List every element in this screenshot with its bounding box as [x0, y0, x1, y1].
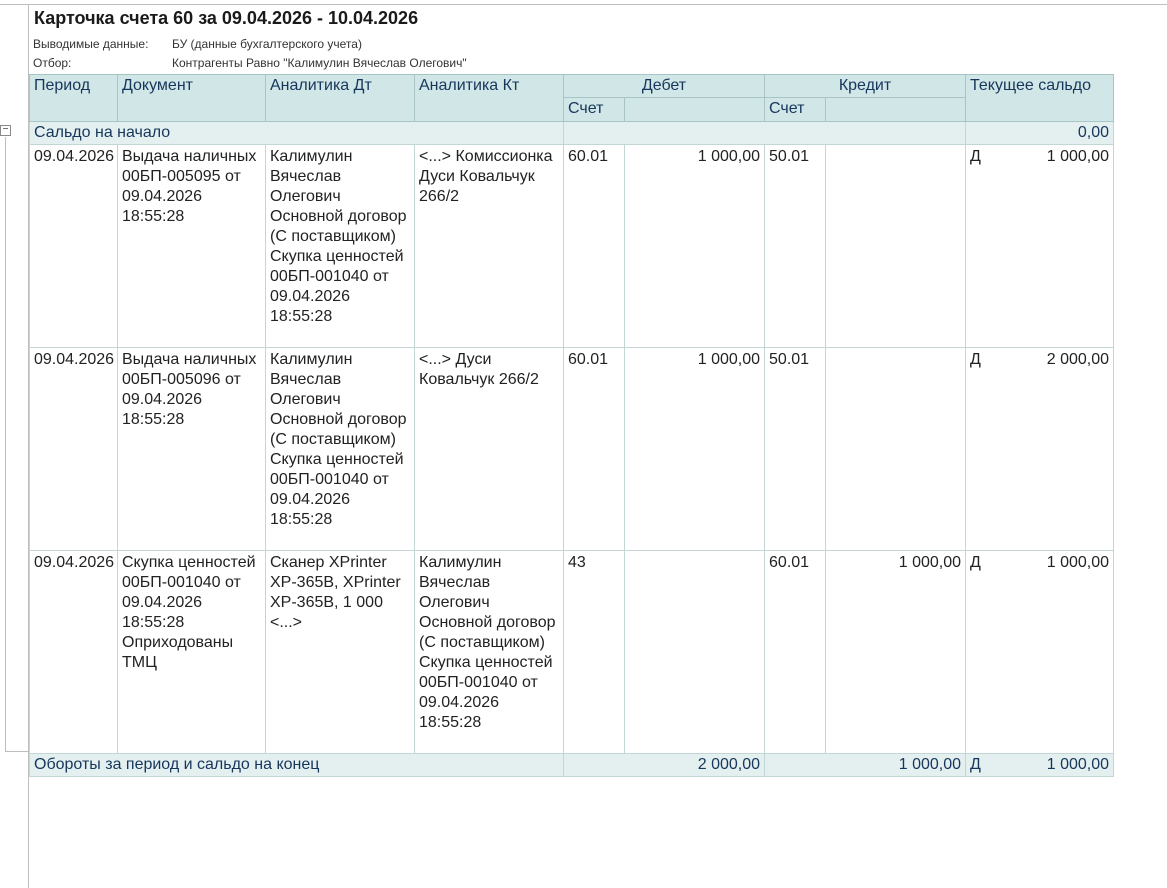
cell-analytics-kt: <...> Комиссионка Дуси Ковальчук 266/2 [414, 144, 564, 348]
opening-balance-row[interactable]: Сальдо на начало 0,00 [29, 121, 1115, 145]
param-value-filter: Контрагенты Равно "Калимулин Вячеслав Ол… [172, 56, 467, 70]
cell-analytics-kt: <...> Дуси Ковальчук 266/2 [414, 347, 564, 551]
opening-balance-label: Сальдо на начало [29, 121, 564, 145]
header-credit[interactable]: Кредит [764, 74, 967, 98]
cell-credit-account: 60.01 [764, 550, 827, 754]
header-debit[interactable]: Дебет [562, 74, 766, 98]
header-balance[interactable]: Текущее сальдо [965, 74, 1115, 122]
cell-period: 09.04.2026 [29, 347, 118, 551]
table-row[interactable]: 09.04.2026 Скупка ценностей 00БП-001040 … [29, 550, 1115, 754]
totals-debit: 2 000,00 [562, 753, 766, 777]
totals-label: Обороты за период и сальдо на конец [29, 753, 564, 777]
cell-debit-amount: 1 000,00 [623, 144, 766, 348]
header-credit-account[interactable]: Счет [764, 97, 827, 122]
account-card-table: Период Документ Аналитика Дт Аналитика К… [29, 74, 1115, 777]
cell-balance: 2 000,00 [998, 347, 1115, 551]
table-row[interactable]: 09.04.2026 Выдача наличных 00БП-005095 о… [29, 144, 1115, 348]
header-analytics-dt[interactable]: Аналитика Дт [265, 74, 415, 122]
cell-analytics-dt: Сканер XPrinter XP-365B, XPrinter XP-365… [265, 550, 415, 754]
cell-period: 09.04.2026 [29, 144, 118, 348]
totals-row[interactable]: Обороты за период и сальдо на конец 2 00… [29, 753, 1115, 777]
cell-credit-account: 50.01 [764, 347, 827, 551]
header-credit-amount [825, 97, 967, 122]
cell-debit-account: 60.01 [563, 347, 625, 551]
opening-balance-empty [562, 121, 967, 145]
totals-balance-type: Д [965, 753, 999, 777]
cell-analytics-dt: Калимулин Вячеслав Олегович Основной дог… [265, 144, 415, 348]
totals-credit: 1 000,00 [764, 753, 967, 777]
param-value-output: БУ (данные бухгалтерского учета) [172, 37, 362, 51]
top-border [0, 4, 1167, 5]
cell-balance-type: Д [965, 347, 999, 551]
cell-analytics-dt: Калимулин Вячеслав Олегович Основной дог… [265, 347, 415, 551]
cell-balance-type: Д [965, 550, 999, 754]
group-line-end [5, 751, 29, 752]
table-row[interactable]: 09.04.2026 Выдача наличных 00БП-005096 о… [29, 347, 1115, 551]
totals-balance: 1 000,00 [998, 753, 1115, 777]
cell-debit-amount: 1 000,00 [623, 347, 766, 551]
cell-credit-amount [825, 347, 967, 551]
cell-credit-amount: 1 000,00 [825, 550, 967, 754]
param-label-filter: Отбор: [33, 56, 72, 70]
cell-debit-amount [623, 550, 766, 754]
param-label-output: Выводимые данные: [33, 37, 149, 51]
cell-credit-account: 50.01 [764, 144, 827, 348]
cell-balance-type: Д [965, 144, 999, 348]
cell-debit-account: 43 [563, 550, 625, 754]
header-debit-account[interactable]: Счет [563, 97, 625, 122]
cell-balance: 1 000,00 [998, 144, 1115, 348]
cell-document[interactable]: Выдача наличных 00БП-005095 от 09.04.202… [117, 144, 266, 348]
cell-balance: 1 000,00 [998, 550, 1115, 754]
header-period[interactable]: Период [29, 74, 118, 122]
opening-balance-value: 0,00 [965, 121, 1115, 145]
header-document[interactable]: Документ [117, 74, 266, 122]
header-debit-amount [623, 97, 766, 122]
cell-credit-amount [825, 144, 967, 348]
cell-period: 09.04.2026 [29, 550, 118, 754]
header-analytics-kt[interactable]: Аналитика Кт [414, 74, 564, 122]
report-title: Карточка счета 60 за 09.04.2026 - 10.04.… [34, 8, 419, 28]
header-row: Период Документ Аналитика Дт Аналитика К… [29, 74, 1115, 122]
cell-debit-account: 60.01 [563, 144, 625, 348]
group-line [5, 137, 6, 751]
cell-analytics-kt: Калимулин Вячеслав Олегович Основной дог… [414, 550, 564, 754]
collapse-group-button[interactable]: − [0, 125, 11, 136]
cell-document[interactable]: Скупка ценностей 00БП-001040 от 09.04.20… [117, 550, 266, 754]
cell-document[interactable]: Выдача наличных 00БП-005096 от 09.04.202… [117, 347, 266, 551]
